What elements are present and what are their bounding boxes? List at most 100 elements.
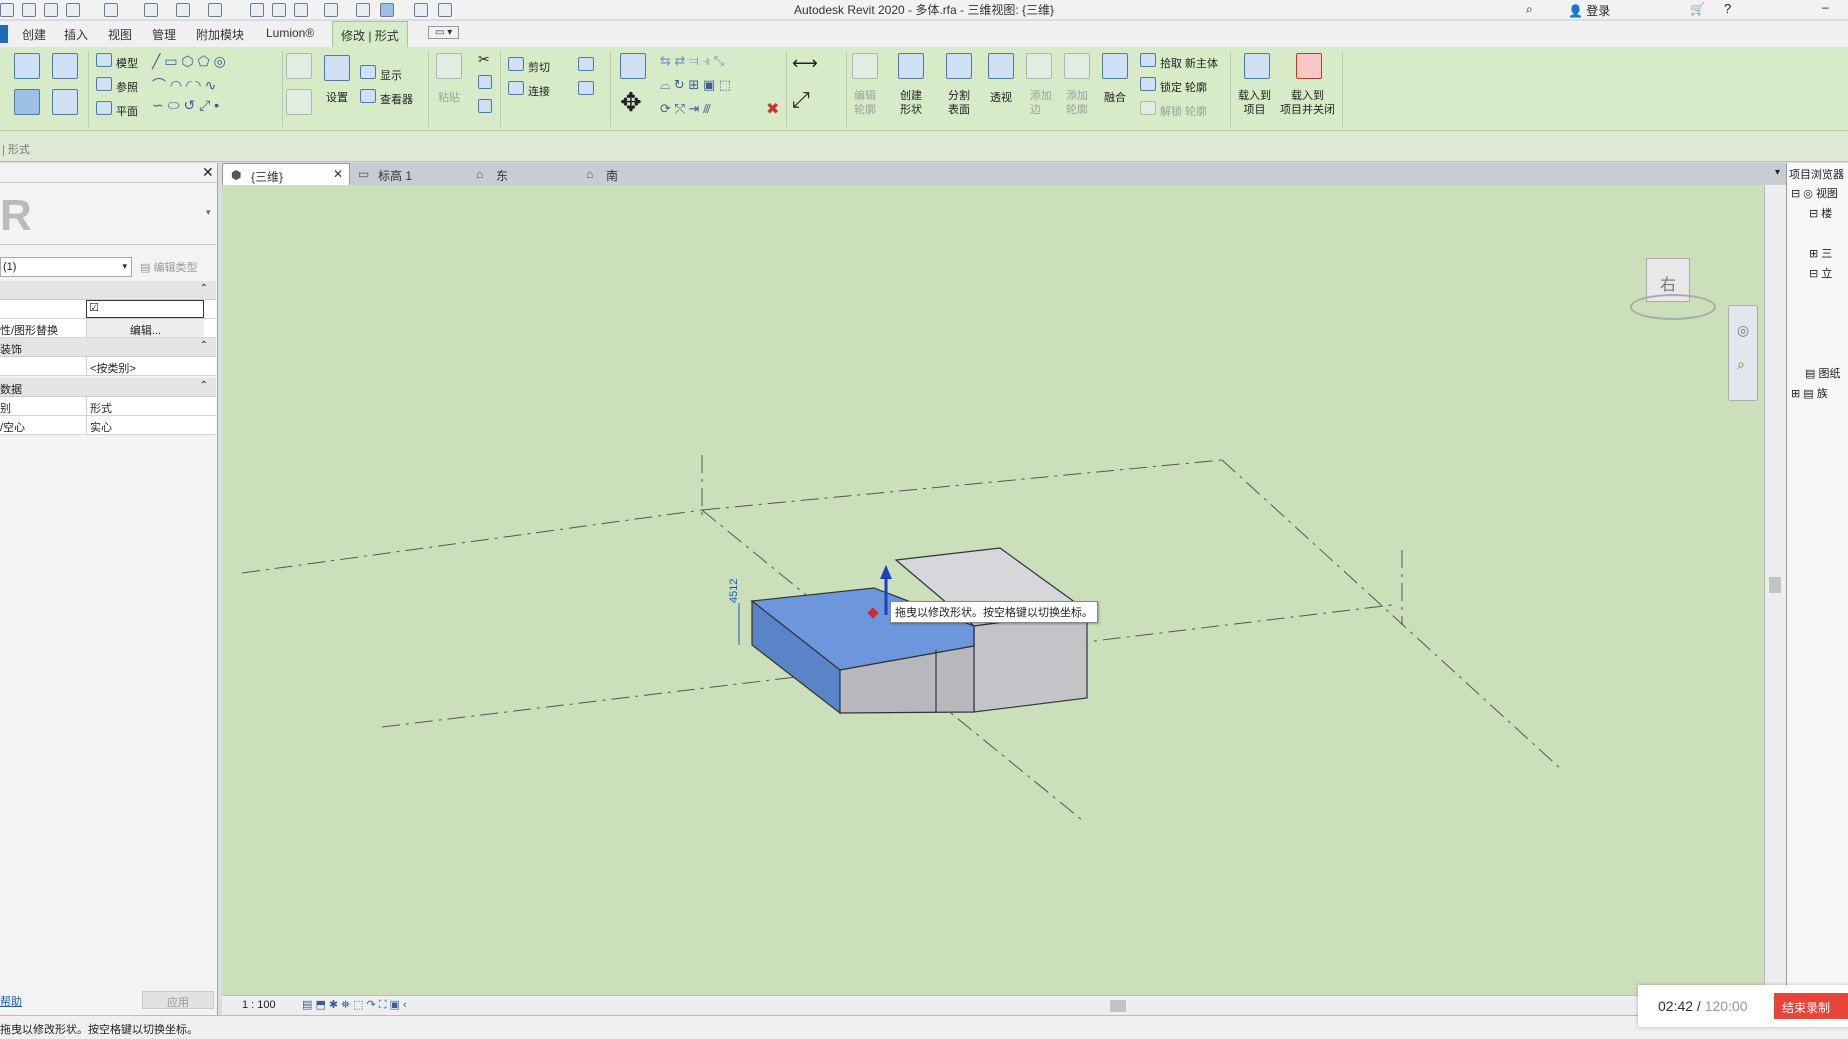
properties-section-materials[interactable]: 装饰 ⌃ (0, 338, 216, 357)
align-icon[interactable] (620, 53, 646, 79)
set-workplane-label[interactable]: 设置 (326, 89, 348, 105)
lock-profile-label[interactable]: 锁定 轮廓 (1160, 79, 1207, 95)
wall-join-icon[interactable] (578, 81, 594, 95)
model-line-icon[interactable] (96, 53, 112, 67)
tab-lumion[interactable]: Lumion® (266, 26, 314, 40)
load-and-close-label[interactable]: 载入到 项目并关闭 (1280, 89, 1335, 117)
minimize-icon[interactable]: – (1822, 0, 1829, 14)
cut-geometry-label[interactable]: 剪切 (528, 59, 550, 75)
pick-host-label[interactable]: 拾取 新主体 (1160, 55, 1218, 71)
model-canvas[interactable] (222, 185, 1764, 995)
tree-item-3d[interactable]: ⊞ 三 (1809, 245, 1832, 261)
tree-item-floor[interactable]: ⊟ 楼 (1809, 205, 1832, 221)
view-scale[interactable]: 1 : 100 (242, 999, 276, 1011)
modify-icon[interactable] (14, 53, 40, 79)
instance-filter-select[interactable]: (1) ▾ (0, 257, 132, 277)
cope-icon[interactable] (578, 57, 594, 71)
cut-icon[interactable]: ✂ (478, 51, 490, 68)
load-and-close-icon[interactable] (1296, 53, 1322, 79)
join-geometry-icon[interactable] (508, 81, 524, 95)
zoom-icon[interactable]: ⌕ (1737, 356, 1745, 373)
tab-manage[interactable]: 管理 (152, 26, 176, 43)
navigation-bar[interactable]: ◎ ⌕ (1728, 305, 1758, 401)
match-properties-icon[interactable] (478, 99, 492, 113)
material-value[interactable]: <按类别> (86, 357, 204, 375)
collapse-icon[interactable]: ⌃ (200, 380, 208, 391)
lock-profile-icon[interactable] (1140, 77, 1156, 91)
load-into-project-label[interactable]: 载入到 项目 (1238, 89, 1271, 117)
view-controls-icons[interactable]: ▤ ⬒ ✱ ⛯ ⬚ ↷ ⛶ ▣ ‹ (302, 998, 407, 1012)
model-line-label[interactable]: 模型 (116, 55, 138, 71)
tab-view[interactable]: 视图 (108, 26, 132, 43)
plane-icon[interactable] (96, 101, 112, 115)
arc-tool-icon[interactable]: ⌒ ◠ ◜ ◝ ∿ (152, 75, 216, 95)
cut-geometry-icon[interactable] (508, 57, 524, 71)
divide-surface-label[interactable]: 分割 表面 (948, 89, 970, 117)
create-form-icon[interactable] (898, 53, 924, 79)
viewcube[interactable]: 右 (1630, 250, 1716, 320)
viewer-label[interactable]: 查看器 (380, 91, 413, 107)
delete-icon[interactable]: ✖ (766, 99, 779, 119)
file-tab[interactable] (0, 25, 8, 43)
join-geometry-label[interactable]: 连接 (528, 83, 550, 99)
height-dimension[interactable]: 4512 (728, 579, 740, 603)
chevron-down-icon[interactable]: ▾ (206, 207, 211, 218)
close-icon[interactable]: ✕ (333, 167, 343, 181)
steering-wheel-icon[interactable]: ◎ (1737, 322, 1749, 339)
sign-in-link[interactable]: 👤 登录 (1568, 2, 1610, 19)
properties-section-constraints[interactable]: ⌃ (0, 281, 216, 300)
solid-void-value[interactable]: 实心 (86, 416, 204, 434)
subcategory-value[interactable]: 形式 (86, 397, 204, 415)
family-category-icon[interactable] (52, 89, 78, 115)
scroll-thumb[interactable] (1769, 577, 1781, 593)
tree-item-views[interactable]: ⊟ ◎ 视图 (1791, 185, 1838, 201)
collapse-icon[interactable]: ⌃ (200, 340, 208, 351)
viewport-scrollbar[interactable] (1764, 185, 1786, 995)
dissolve-icon[interactable] (1102, 53, 1128, 79)
edit-overrides-button[interactable]: 编辑... (86, 319, 204, 337)
show-workplane-label[interactable]: 显示 (380, 67, 402, 83)
tab-insert[interactable]: 插入 (64, 26, 88, 43)
collapse-icon[interactable]: ⌃ (200, 283, 208, 294)
visible-checkbox[interactable]: ☑ (86, 300, 204, 318)
dimension-tool-icon[interactable]: ⤢ (792, 87, 810, 113)
copy-icon[interactable] (478, 75, 492, 89)
show-workplane-icon[interactable] (360, 65, 376, 79)
apply-button[interactable]: 应用 (142, 991, 214, 1009)
xray-label[interactable]: 透视 (990, 89, 1012, 105)
set-workplane-icon[interactable] (324, 55, 350, 81)
tab-3d-view[interactable]: ⬢ {三维} ✕ (222, 163, 350, 185)
plane-label[interactable]: 平面 (116, 103, 138, 119)
viewcube-compass-ring[interactable] (1630, 294, 1716, 320)
move-icon[interactable]: ✥ (620, 87, 642, 118)
offset-mirror-icons[interactable]: ⇆ ⇄ ⫤ ⫣ ⤡ (660, 53, 724, 69)
create-form-label[interactable]: 创建 形状 (900, 89, 922, 117)
h-scroll-thumb[interactable] (1110, 1000, 1126, 1012)
tab-modify-form[interactable]: 修改 | 形式 (332, 21, 408, 47)
spline-tool-icon[interactable]: ∽ ⬭ ↺ ⤢ • (152, 97, 219, 114)
viewer-icon[interactable] (360, 89, 376, 103)
tab-east[interactable]: ⌂ 东 (468, 163, 514, 185)
help-icon[interactable]: ? (1724, 1, 1731, 16)
cart-icon[interactable]: 🛒 (1690, 2, 1705, 16)
reference-line-label[interactable]: 参照 (116, 79, 138, 95)
tree-item-elevations[interactable]: ⊟ 立 (1809, 265, 1832, 281)
tab-addins[interactable]: 附加模块 (196, 26, 244, 43)
view-dropdown-icon[interactable]: ▭ ▾ (428, 26, 460, 39)
chevron-down-icon[interactable]: ▾ (1775, 167, 1780, 178)
pick-host-icon[interactable] (1140, 53, 1156, 67)
xray-icon[interactable] (988, 53, 1014, 79)
tree-item-sheets[interactable]: ▤ 图纸 (1805, 365, 1840, 381)
massing-form[interactable] (750, 547, 1089, 715)
close-icon[interactable]: ✕ (202, 164, 214, 181)
trim-split-icons[interactable]: ⟳ ⤲ ⇥ ⫻ (660, 101, 711, 117)
properties-help-link[interactable]: 帮助 (0, 993, 22, 1009)
tab-create[interactable]: 创建 (22, 26, 46, 43)
tree-item-families[interactable]: ⊞ ▤ 族 (1791, 385, 1828, 401)
family-types-icon[interactable] (14, 89, 40, 115)
dissolve-label[interactable]: 融合 (1104, 89, 1126, 105)
load-into-project-icon[interactable] (1244, 53, 1270, 79)
binoculars-icon[interactable]: ⌕ (1526, 2, 1533, 17)
properties-icon[interactable] (52, 53, 78, 79)
divide-surface-icon[interactable] (946, 53, 972, 79)
